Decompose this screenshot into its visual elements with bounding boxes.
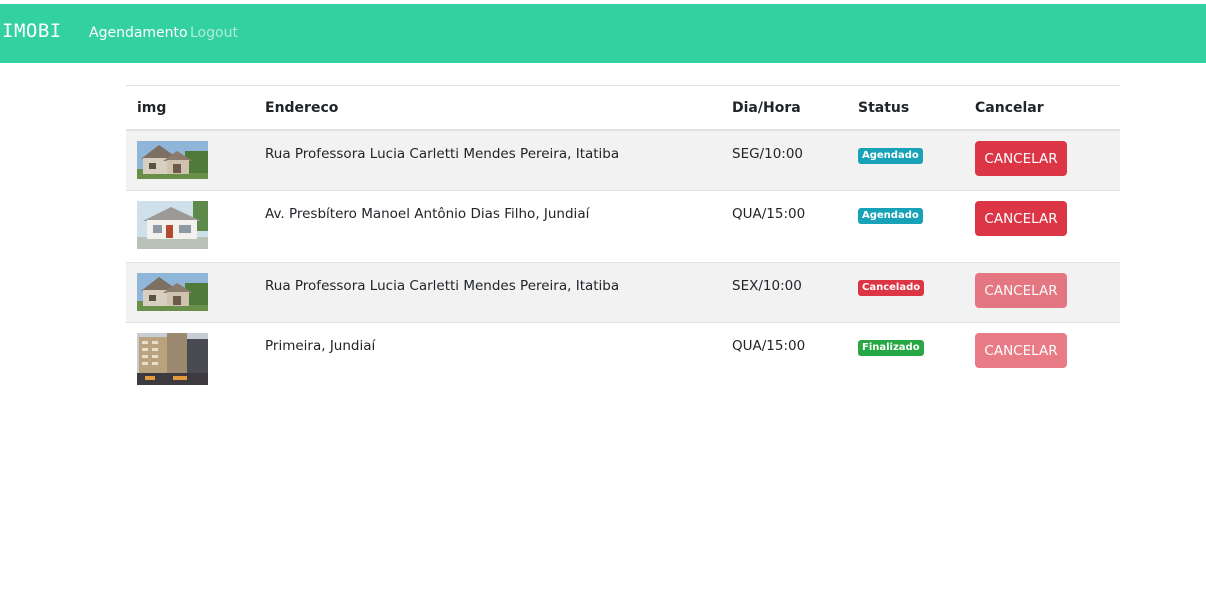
cancel-button[interactable]: CANCELAR (975, 273, 1067, 308)
cancel-cell: CANCELAR (975, 333, 1067, 368)
day-time-text: QUA/15:00 (732, 206, 806, 222)
status-badge: Cancelado (858, 280, 925, 296)
property-image-cell (137, 201, 208, 249)
navbar: IMOBI Agendamento Logout (0, 4, 1206, 63)
property-image-cell (137, 141, 208, 179)
status-badge: Agendado (858, 148, 923, 164)
day-time-text: QUA/15:00 (732, 338, 806, 354)
house-white-icon (137, 201, 208, 249)
day-time-text: SEX/10:00 (732, 278, 802, 294)
cancel-cell: CANCELAR (975, 273, 1067, 308)
cancel-cell: CANCELAR (975, 141, 1067, 176)
header-cancelar: Cancelar (975, 100, 1044, 116)
cancel-cell: CANCELAR (975, 201, 1067, 236)
header-dia-hora: Dia/Hora (732, 100, 801, 116)
cancel-button[interactable]: CANCELAR (975, 201, 1067, 236)
appointments-table: img Endereco Dia/Hora Status Cancelar Ru… (126, 85, 1120, 393)
status-cell: Cancelado (858, 278, 925, 296)
cancel-button[interactable]: CANCELAR (975, 333, 1067, 368)
cancel-button[interactable]: CANCELAR (975, 141, 1067, 176)
house-beige-icon (137, 273, 208, 311)
apartment-building-icon (137, 333, 208, 385)
property-image-cell (137, 273, 208, 311)
table-row: Av. Presbítero Manoel Antônio Dias Filho… (126, 191, 1120, 263)
address-text: Primeira, Jundiaí (265, 338, 376, 354)
brand-logo[interactable]: IMOBI (2, 20, 62, 42)
table-row: Primeira, Jundiaí QUA/15:00 Finalizado C… (126, 323, 1120, 393)
status-cell: Agendado (858, 206, 923, 224)
table-row: Rua Professora Lucia Carletti Mendes Per… (126, 263, 1120, 323)
address-text: Av. Presbítero Manoel Antônio Dias Filho… (265, 206, 590, 222)
table-row: Rua Professora Lucia Carletti Mendes Per… (126, 131, 1120, 191)
header-endereco: Endereco (265, 100, 339, 116)
table-header: img Endereco Dia/Hora Status Cancelar (126, 86, 1120, 131)
header-img: img (137, 100, 167, 116)
status-badge: Finalizado (858, 340, 924, 356)
nav-agendamento-link[interactable]: Agendamento (89, 25, 188, 41)
property-image-cell (137, 333, 208, 385)
nav-logout-link[interactable]: Logout (190, 25, 238, 41)
status-cell: Finalizado (858, 338, 924, 356)
address-text: Rua Professora Lucia Carletti Mendes Per… (265, 146, 620, 162)
header-status: Status (858, 100, 910, 116)
status-badge: Agendado (858, 208, 923, 224)
day-time-text: SEG/10:00 (732, 146, 804, 162)
house-beige-icon (137, 141, 208, 179)
status-cell: Agendado (858, 146, 923, 164)
address-text: Rua Professora Lucia Carletti Mendes Per… (265, 278, 620, 294)
